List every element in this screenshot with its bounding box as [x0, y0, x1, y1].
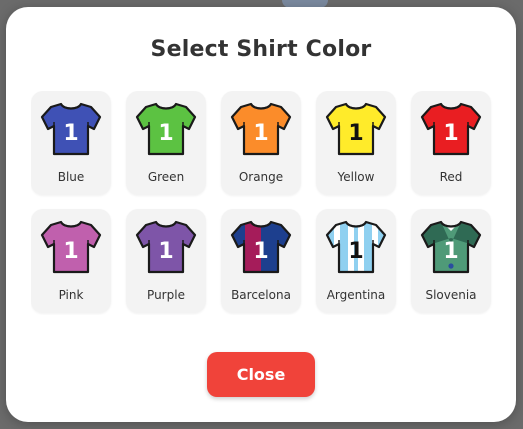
shirt-option-purple[interactable]: 1 Purple	[126, 209, 206, 313]
shirt-option-label: Slovenia	[425, 288, 477, 302]
shirt-option-barcelona[interactable]: 1 Barcelona	[221, 209, 301, 313]
shirt-option-orange[interactable]: 1 Orange	[221, 91, 301, 195]
svg-text:1: 1	[253, 121, 268, 146]
shirt-option-label: Pink	[58, 288, 84, 302]
shirt-color-modal: Select Shirt Color 1 Blue 1 Green 1 Orange 1 Ye…	[6, 7, 516, 422]
shirt-option-label: Orange	[238, 170, 284, 184]
shirt-options-grid: 1 Blue 1 Green 1 Orange 1 Yellow 1 Red 1 Pink 1 Purpl…	[31, 91, 501, 315]
svg-text:1: 1	[63, 121, 78, 146]
green-shirt-icon: 1	[135, 102, 197, 156]
yellow-shirt-icon: 1	[325, 102, 387, 156]
shirt-option-label: Barcelona	[231, 288, 291, 302]
svg-text:1: 1	[348, 121, 363, 146]
svg-text:1: 1	[253, 239, 268, 264]
shirt-option-label: Red	[439, 170, 463, 184]
shirt-option-green[interactable]: 1 Green	[126, 91, 206, 195]
shirt-option-yellow[interactable]: 1 Yellow	[316, 91, 396, 195]
shirt-option-blue[interactable]: 1 Blue	[31, 91, 111, 195]
modal-title: Select Shirt Color	[150, 37, 372, 62]
shirt-option-pink[interactable]: 1 Pink	[31, 209, 111, 313]
shirt-option-label: Argentina	[326, 288, 386, 302]
blue-shirt-icon: 1	[40, 102, 102, 156]
argentina-shirt-icon: 1	[325, 220, 387, 274]
shirt-option-label: Green	[147, 170, 185, 184]
svg-text:1: 1	[158, 239, 173, 264]
shirt-option-argentina[interactable]: 1 Argentina	[316, 209, 396, 313]
shirt-option-slovenia[interactable]: 1 Slovenia	[411, 209, 491, 313]
svg-text:1: 1	[158, 121, 173, 146]
shirt-option-label: Blue	[57, 170, 85, 184]
orange-shirt-icon: 1	[230, 102, 292, 156]
svg-text:1: 1	[443, 121, 458, 146]
slovenia-shirt-icon: 1	[420, 220, 482, 274]
shirt-option-red[interactable]: 1 Red	[411, 91, 491, 195]
shirt-option-label: Yellow	[337, 170, 375, 184]
pink-shirt-icon: 1	[40, 220, 102, 274]
red-shirt-icon: 1	[420, 102, 482, 156]
svg-text:1: 1	[348, 239, 363, 264]
close-button[interactable]: Close	[207, 352, 315, 397]
svg-text:1: 1	[63, 239, 78, 264]
purple-shirt-icon: 1	[135, 220, 197, 274]
shirt-option-label: Purple	[147, 288, 185, 302]
barcelona-shirt-icon: 1	[230, 220, 292, 274]
svg-text:1: 1	[443, 239, 458, 264]
